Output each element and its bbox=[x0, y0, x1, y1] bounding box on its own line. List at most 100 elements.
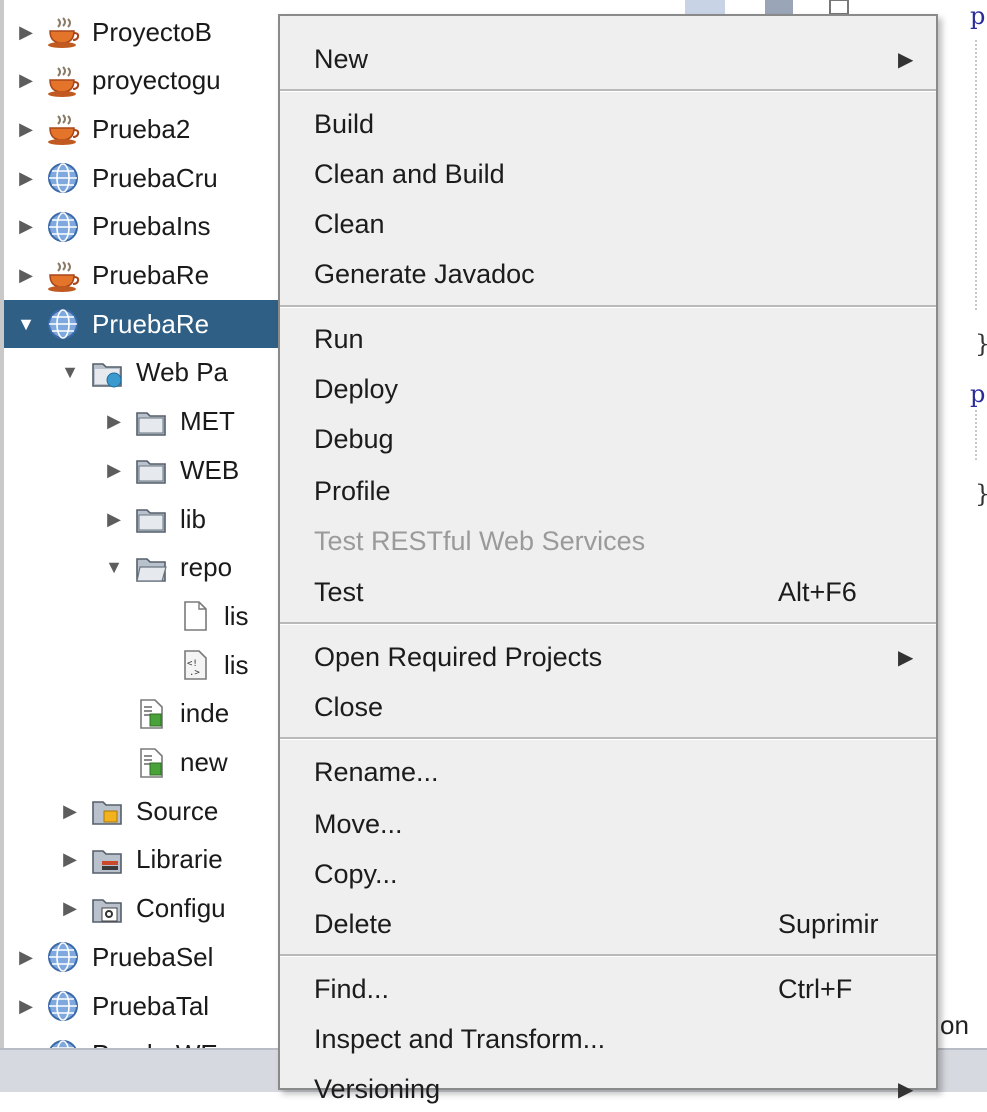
menu-separator bbox=[280, 622, 936, 625]
menu-item-clean-and-build[interactable]: Clean and Build bbox=[280, 151, 936, 197]
menu-item-label: Find... bbox=[314, 973, 390, 1004]
tree-item[interactable]: ▼ PruebaRe bbox=[4, 300, 290, 349]
menu-item-close[interactable]: Close bbox=[280, 684, 936, 730]
menu-separator bbox=[280, 305, 936, 308]
tree-item-label: PruebaSel bbox=[92, 941, 214, 972]
tree-item-label: ProyectoB bbox=[92, 16, 212, 47]
tree-item-label: inde bbox=[180, 698, 230, 729]
menu-item-label: Inspect and Transform... bbox=[314, 1023, 606, 1054]
submenu-arrow-icon: ▶ bbox=[898, 646, 914, 669]
menu-item-label: Delete bbox=[314, 908, 393, 939]
svg-text:.>: .> bbox=[189, 668, 200, 678]
expanded-arrow-icon[interactable]: ▼ bbox=[58, 362, 82, 383]
project-tree: ▶ ProyectoB ▶ proyectogu ▶ Prueba2 ▶ PruebaCru ▶… bbox=[0, 0, 290, 1090]
collapsed-arrow-icon[interactable]: ▶ bbox=[14, 216, 38, 237]
expanded-arrow-icon[interactable]: ▼ bbox=[102, 557, 126, 578]
folder-icon bbox=[134, 502, 168, 536]
tree-item[interactable]: ▶ PruebaTal bbox=[4, 982, 290, 1030]
menu-item-label: Generate Javadoc bbox=[314, 258, 535, 289]
collapsed-arrow-icon[interactable]: ▶ bbox=[14, 168, 38, 189]
menu-item-inspect-and-transform[interactable]: Inspect and Transform... bbox=[280, 1016, 936, 1062]
code-fragment: p bbox=[970, 2, 986, 30]
jsp-file-icon bbox=[134, 697, 168, 731]
menu-item-shortcut: Suprimir bbox=[778, 908, 879, 939]
menu-item-versioning[interactable]: Versioning ▶ bbox=[280, 1066, 936, 1112]
collapsed-arrow-icon[interactable]: ▶ bbox=[14, 996, 38, 1017]
collapsed-arrow-icon[interactable]: ▶ bbox=[102, 411, 126, 432]
menu-item-copy[interactable]: Copy... bbox=[280, 851, 936, 897]
menu-item-build[interactable]: Build bbox=[280, 101, 936, 147]
libraries-icon bbox=[90, 843, 124, 877]
menu-item-delete[interactable]: Delete Suprimir bbox=[280, 901, 936, 947]
tree-item[interactable]: ▶ ProyectoB bbox=[4, 8, 290, 56]
menu-item-label: Versioning bbox=[314, 1073, 441, 1104]
tree-item[interactable]: ▶ PruebaSel bbox=[4, 933, 290, 981]
menu-item-find[interactable]: Find... Ctrl+F bbox=[280, 966, 936, 1012]
menu-item-label: New bbox=[314, 43, 369, 74]
tree-item-label: lib bbox=[180, 503, 207, 534]
java-project-icon bbox=[46, 259, 80, 293]
tree-item[interactable]: ▶ PruebaIns bbox=[4, 203, 290, 251]
xml-file-icon: <! .> bbox=[178, 648, 212, 682]
folder-open-icon bbox=[134, 551, 168, 585]
collapsed-arrow-icon[interactable]: ▶ bbox=[58, 801, 82, 822]
tree-item[interactable]: ▶ PruebaRe bbox=[4, 252, 290, 300]
code-fragment: } bbox=[975, 480, 987, 508]
collapsed-arrow-icon[interactable]: ▶ bbox=[58, 898, 82, 919]
code-fold-guide bbox=[975, 410, 977, 460]
collapsed-arrow-icon[interactable]: ▶ bbox=[102, 460, 126, 481]
menu-item-label: Rename... bbox=[314, 756, 439, 787]
tree-item-label: PruebaCru bbox=[92, 162, 218, 193]
menu-item-move[interactable]: Move... bbox=[280, 801, 936, 847]
menu-item-new[interactable]: New ▶ bbox=[280, 36, 936, 82]
collapsed-arrow-icon[interactable]: ▶ bbox=[14, 265, 38, 286]
web-project-icon bbox=[46, 940, 80, 974]
menu-item-debug[interactable]: Debug bbox=[280, 416, 936, 462]
tree-item[interactable]: ▶ proyectogu bbox=[4, 57, 290, 105]
web-project-icon bbox=[46, 307, 80, 341]
menu-item-generate-javadoc[interactable]: Generate Javadoc bbox=[280, 251, 936, 297]
tree-item-label: Librarie bbox=[136, 844, 223, 875]
menu-separator bbox=[280, 737, 936, 740]
tree-item[interactable]: ▶ PruebaCru bbox=[4, 154, 290, 202]
java-project-icon bbox=[46, 112, 80, 146]
menu-item-label: Test RESTful Web Services bbox=[314, 525, 646, 556]
expanded-arrow-icon[interactable]: ▼ bbox=[14, 314, 38, 335]
configuration-files-icon bbox=[90, 892, 124, 926]
menu-item-label: Clean and Build bbox=[314, 158, 505, 189]
menu-item-label: Test bbox=[314, 576, 364, 607]
web-project-icon bbox=[46, 989, 80, 1023]
menu-item-label: Move... bbox=[314, 808, 403, 839]
collapsed-arrow-icon[interactable]: ▶ bbox=[58, 849, 82, 870]
tree-item-label: MET bbox=[180, 406, 235, 437]
collapsed-arrow-icon[interactable]: ▶ bbox=[14, 70, 38, 91]
folder-icon bbox=[134, 453, 168, 487]
code-editor[interactable] bbox=[940, 0, 987, 1040]
menu-item-deploy[interactable]: Deploy bbox=[280, 366, 936, 412]
menu-item-label: Open Required Projects bbox=[314, 641, 603, 672]
collapsed-arrow-icon[interactable]: ▶ bbox=[14, 119, 38, 140]
menu-separator bbox=[280, 954, 936, 957]
tree-item-label: PruebaRe bbox=[92, 308, 210, 339]
menu-item-label: Deploy bbox=[314, 373, 399, 404]
tree-item[interactable]: ▶ Prueba2 bbox=[4, 105, 290, 153]
menu-item-clean[interactable]: Clean bbox=[280, 201, 936, 247]
tab-label-fragment[interactable]: on bbox=[940, 1010, 969, 1041]
web-project-icon bbox=[46, 210, 80, 244]
menu-item-test[interactable]: Test Alt+F6 bbox=[280, 569, 936, 615]
menu-item-profile[interactable]: Profile bbox=[280, 468, 936, 514]
collapsed-arrow-icon[interactable]: ▶ bbox=[102, 509, 126, 530]
tree-item-label: lis bbox=[224, 649, 249, 680]
menu-item-open-required-projects[interactable]: Open Required Projects ▶ bbox=[280, 634, 936, 680]
tree-item-label: lis bbox=[224, 600, 249, 631]
collapsed-arrow-icon[interactable]: ▶ bbox=[14, 22, 38, 43]
menu-item-run[interactable]: Run bbox=[280, 316, 936, 362]
collapsed-arrow-icon[interactable]: ▶ bbox=[14, 947, 38, 968]
web-project-icon bbox=[46, 161, 80, 195]
menu-item-label: Close bbox=[314, 691, 384, 722]
menu-item-rename[interactable]: Rename... bbox=[280, 749, 936, 795]
web-pages-folder-icon bbox=[90, 356, 124, 390]
menu-separator bbox=[280, 89, 936, 92]
menu-item-label: Debug bbox=[314, 423, 394, 454]
file-icon bbox=[178, 599, 212, 633]
